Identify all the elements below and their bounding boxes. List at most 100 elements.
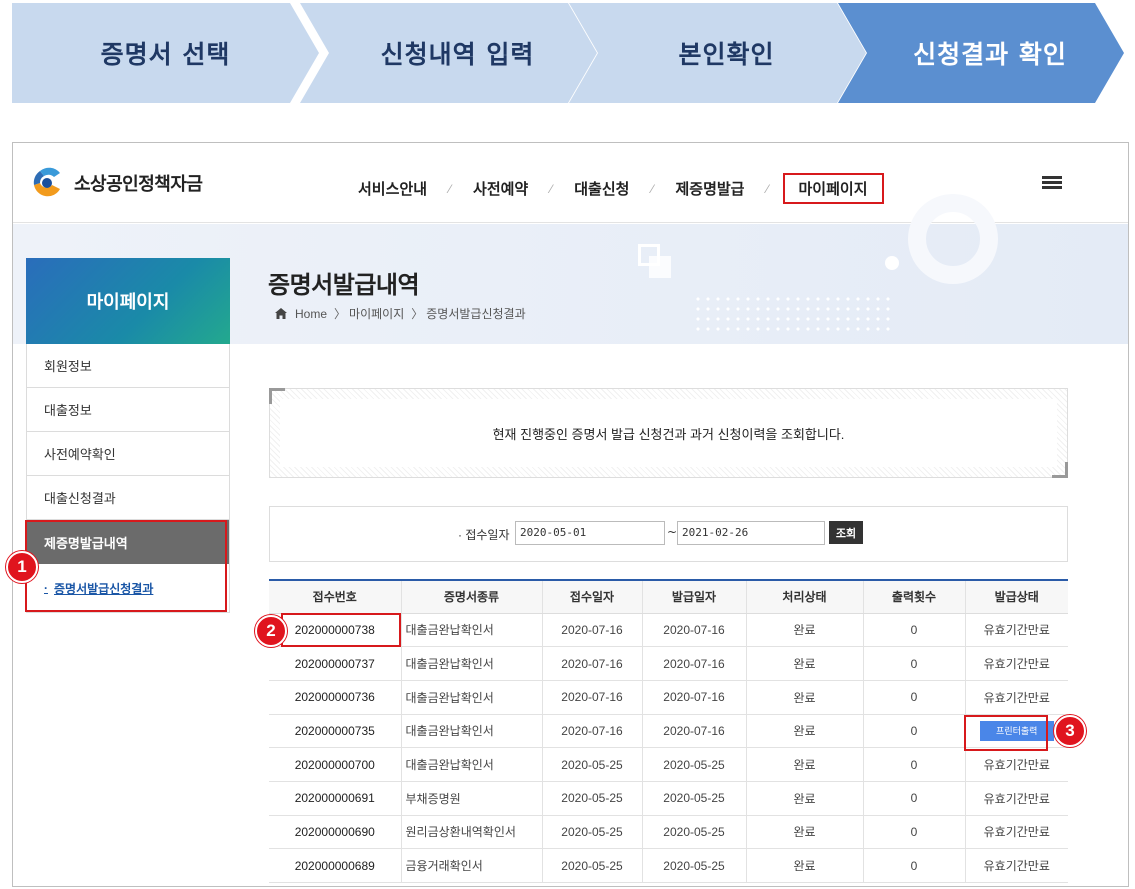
certificate-type-cell: 부채증명원 (401, 781, 543, 816)
issue-status-cell: 유효기간만료 (965, 613, 1068, 648)
callout-badge-1: 1 (6, 551, 38, 583)
sidebar-item-loan-info[interactable]: 대출정보 (27, 388, 229, 432)
process-status-cell: 완료 (746, 714, 864, 749)
process-status-cell: 완료 (746, 747, 864, 782)
logo-text: 소상공인정책자금 (74, 174, 203, 194)
sidebar-title: 마이페이지 (26, 258, 230, 344)
date-to-input[interactable]: 2021-02-26 (677, 521, 825, 545)
certificate-type-cell: 원리금상환내역확인서 (401, 815, 543, 850)
search-panel: · 접수일자 2020-05-01 ~ 2021-02-26 조회 (269, 506, 1068, 562)
column-header: 처리상태 (746, 579, 864, 614)
issue-date-cell: 2020-05-25 (642, 747, 747, 782)
column-header: 발급상태 (965, 579, 1068, 614)
logo-icon (33, 167, 60, 197)
menu-separator: ⁄ (651, 181, 654, 196)
info-box: 현재 진행중인 증명서 발급 신청건과 과거 신청이력을 조회합니다. (269, 388, 1068, 478)
step-label: 신청내역 입력 (380, 40, 535, 69)
sidebar-item-reservation-check[interactable]: 사전예약확인 (27, 432, 229, 476)
print-count-cell: 0 (863, 646, 966, 681)
step-label: 본인확인 (678, 40, 775, 69)
breadcrumb: Home 〉 마이페이지 〉 증명서발급신청결과 (275, 305, 530, 322)
decorative-dots (693, 294, 893, 334)
print-count-cell: 0 (863, 714, 966, 749)
main-menu: 서비스안내 ⁄ 사전예약 ⁄ 대출신청 ⁄ 제증명발급 ⁄ 마이페이지 (358, 173, 884, 204)
highlight-box-3 (964, 715, 1048, 751)
highlight-box-1 (25, 520, 227, 612)
hamburger-menu-icon[interactable] (1042, 176, 1062, 190)
receipt-date-cell: 2020-07-16 (542, 714, 643, 749)
certificate-type-cell: 대출금완납확인서 (401, 680, 543, 715)
step-4-active: 신청결과 확인 (838, 3, 1124, 103)
home-icon (275, 308, 287, 319)
site-logo[interactable]: 소상공인정책자금 (30, 167, 203, 199)
chevron-right-icon: 〉 (334, 307, 347, 321)
chevron-right-icon: 〉 (411, 307, 424, 321)
table-body: 202000000738 대출금완납확인서 2020-07-16 2020-07-16… (269, 613, 1068, 883)
issue-status-cell: 유효기간만료 (965, 815, 1068, 850)
table-row: 202000000735 대출금완납확인서 2020-07-16 2020-07-16… (269, 714, 1068, 749)
process-status-cell: 완료 (746, 815, 864, 850)
print-count-cell: 0 (863, 848, 966, 883)
corner-decoration (1052, 462, 1068, 478)
decorative-circle (908, 194, 998, 284)
website-screenshot: 소상공인정책자금 서비스안내 ⁄ 사전예약 ⁄ 대출신청 ⁄ 제증명발급 ⁄ 마… (12, 142, 1129, 887)
table-row: 202000000690 원리금상환내역확인서 2020-05-25 2020-05-… (269, 815, 1068, 850)
receipt-number-cell: 202000000700 (269, 747, 402, 782)
receipt-date-cell: 2020-05-25 (542, 747, 643, 782)
sidebar-item-loan-result[interactable]: 대출신청결과 (27, 476, 229, 520)
certificate-type-cell: 대출금완납확인서 (401, 714, 543, 749)
receipt-date-cell: 2020-05-25 (542, 781, 643, 816)
menu-separator: ⁄ (449, 181, 452, 196)
column-header: 출력횟수 (863, 579, 966, 614)
table-row: 202000000736 대출금완납확인서 2020-07-16 2020-07-16… (269, 680, 1068, 715)
menu-item-reservation[interactable]: 사전예약 (473, 178, 528, 199)
print-count-cell: 0 (863, 680, 966, 715)
step-3: 본인확인 (569, 3, 866, 103)
receipt-date-cell: 2020-05-25 (542, 815, 643, 850)
menu-separator: ⁄ (550, 181, 553, 196)
menu-item-loan-apply[interactable]: 대출신청 (574, 178, 629, 199)
table-row: 202000000689 금융거래확인서 2020-05-25 2020-05-25 완… (269, 848, 1068, 883)
search-button[interactable]: 조회 (829, 521, 863, 544)
step-label: 증명서 선택 (100, 40, 231, 69)
date-range-separator: ~ (667, 525, 678, 539)
date-from-input[interactable]: 2020-05-01 (515, 521, 665, 545)
process-status-cell: 완료 (746, 646, 864, 681)
process-status-cell: 완료 (746, 613, 864, 648)
table-row: 202000000700 대출금완납확인서 2020-05-25 2020-05-25… (269, 747, 1068, 782)
breadcrumb-mypage[interactable]: 마이페이지 (349, 305, 404, 322)
step-indicator: 증명서 선택 신청내역 입력 본인확인 신청결과 확인 (12, 3, 1124, 103)
info-text: 현재 진행중인 증명서 발급 신청건과 과거 신청이력을 조회합니다. (280, 399, 1057, 467)
issue-date-cell: 2020-07-16 (642, 680, 747, 715)
callout-badge-2: 2 (255, 615, 287, 647)
sidebar-item-member-info[interactable]: 회원정보 (27, 344, 229, 388)
column-header: 발급일자 (642, 579, 747, 614)
certificate-type-cell: 금융거래확인서 (401, 848, 543, 883)
breadcrumb-home[interactable]: Home (295, 307, 327, 321)
menu-item-mypage[interactable]: 마이페이지 (782, 173, 884, 204)
menu-item-certificates[interactable]: 제증명발급 (675, 178, 744, 199)
process-status-cell: 완료 (746, 848, 864, 883)
certificate-type-cell: 대출금완납확인서 (401, 613, 543, 648)
print-count-cell: 0 (863, 613, 966, 648)
decorative-dot (885, 256, 899, 270)
receipt-number-cell: 202000000735 (269, 714, 402, 749)
process-status-cell: 완료 (746, 781, 864, 816)
receipt-date-cell: 2020-05-25 (542, 848, 643, 883)
table-header-row: 접수번호 증명서종류 접수일자 발급일자 처리상태 출력횟수 발급상태 (269, 579, 1068, 614)
issue-status-cell: 유효기간만료 (965, 747, 1068, 782)
receipt-date-cell: 2020-07-16 (542, 680, 643, 715)
corner-decoration (269, 388, 285, 404)
receipt-number-cell: 202000000737 (269, 646, 402, 681)
step-label: 신청결과 확인 (913, 40, 1067, 69)
menu-separator: ⁄ (766, 181, 769, 196)
issue-status-cell: 유효기간만료 (965, 781, 1068, 816)
highlight-box-2 (281, 613, 401, 647)
print-count-cell: 0 (863, 781, 966, 816)
column-header: 접수번호 (269, 579, 402, 614)
menu-item-service[interactable]: 서비스안내 (358, 178, 427, 199)
breadcrumb-current: 증명서발급신청결과 (426, 307, 526, 321)
decorative-square (649, 256, 671, 278)
receipt-number-cell: 202000000689 (269, 848, 402, 883)
table-row: 202000000691 부채증명원 2020-05-25 2020-05-25 완료 0… (269, 781, 1068, 816)
